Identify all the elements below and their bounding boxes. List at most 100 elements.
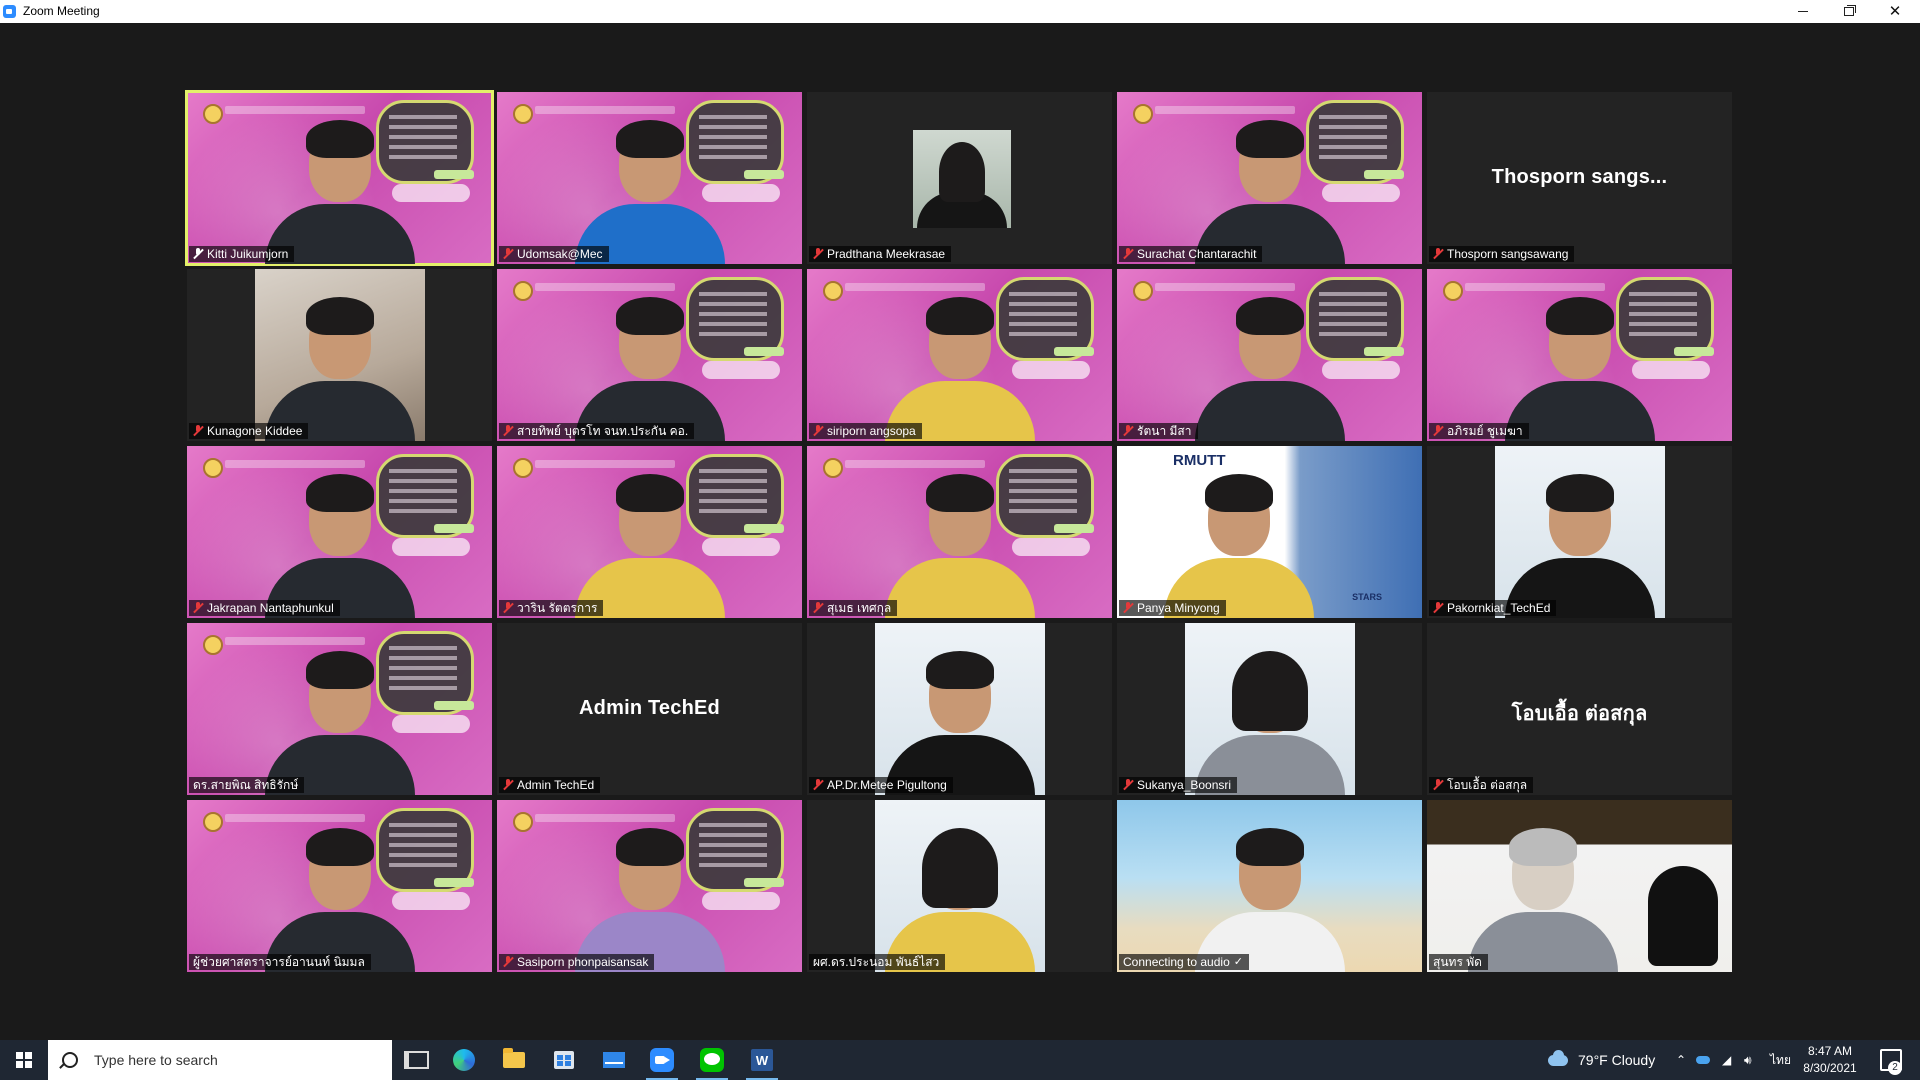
participant-name: วาริน รัตตรการ: [517, 601, 598, 615]
close-button[interactable]: ✕: [1872, 0, 1918, 23]
participant-name: Admin TechEd: [517, 778, 595, 792]
banner-header: [1465, 283, 1605, 291]
participant-tile[interactable]: Connecting to audio ✓: [1117, 800, 1422, 972]
participant-tile[interactable]: Udomsak@Mec: [497, 92, 802, 264]
minimize-icon: [1798, 11, 1808, 12]
participant-name-label: รัตนา มีสา: [1119, 423, 1198, 439]
participant-video: [1194, 114, 1345, 264]
online-tag: [434, 170, 474, 179]
muted-mic-icon: [1433, 248, 1443, 260]
word-taskbar-button[interactable]: W: [738, 1040, 786, 1080]
participant-tile[interactable]: ผู้ช่วยศาสตราจารย์อานนท์ นิมมล: [187, 800, 492, 972]
online-tag: [744, 878, 784, 887]
participant-name: AP.Dr.Metee Pigultong: [827, 778, 947, 792]
participant-photo: [1495, 446, 1665, 618]
close-icon: ✕: [1888, 3, 1902, 20]
tray-overflow[interactable]: ⌃: [1676, 1040, 1686, 1080]
edge-button[interactable]: [440, 1040, 488, 1080]
muted-mic-icon: [1123, 602, 1133, 614]
participant-name-label: Pradthana Meekrasae: [809, 246, 952, 262]
participant-name-label: Pakornkiat_TechEd: [1429, 600, 1557, 616]
banner-header: [225, 106, 365, 114]
task-view-button[interactable]: [392, 1040, 440, 1080]
weather-widget[interactable]: 79°F Cloudy: [1548, 1040, 1655, 1080]
participant-name: ผศ.ดร.ประนอม พันธ์ไสว: [813, 955, 940, 969]
participant-tile[interactable]: วาริน รัตตรการ: [497, 446, 802, 618]
network-tray[interactable]: ◢: [1722, 1040, 1731, 1080]
university-logo-icon: [513, 104, 533, 124]
taskbar-clock[interactable]: 8:47 AM 8/30/2021: [1795, 1043, 1865, 1077]
participant-tile[interactable]: siriporn angsopa: [807, 269, 1112, 441]
participant-tile[interactable]: RMUTT STARS Panya Minyong: [1117, 446, 1422, 618]
zoom-taskbar-button[interactable]: [638, 1040, 686, 1080]
participant-tile[interactable]: Surachat Chantarachit: [1117, 92, 1422, 264]
participant-tile[interactable]: Pradthana Meekrasae: [807, 92, 1112, 264]
start-button[interactable]: [0, 1040, 48, 1080]
participant-tile[interactable]: Admin TechEd Admin TechEd: [497, 623, 802, 795]
banner-header: [535, 814, 675, 822]
volume-tray[interactable]: 🔊︎: [1744, 1040, 1752, 1080]
muted-mic-icon: [503, 956, 513, 968]
participant-tile[interactable]: โอบเอื้อ ต่อสกุล โอบเอื้อ ต่อสกุล: [1427, 623, 1732, 795]
university-logo-icon: [203, 458, 223, 478]
participant-tile[interactable]: ผศ.ดร.ประนอม พันธ์ไสว: [807, 800, 1112, 972]
participant-tile[interactable]: AP.Dr.Metee Pigultong: [807, 623, 1112, 795]
notification-count-badge: 2: [1888, 1061, 1902, 1075]
muted-mic-icon: [1123, 425, 1133, 437]
participant-tile[interactable]: ดร.สายพิณ สิทธิรักษ์: [187, 623, 492, 795]
participant-video: [264, 468, 415, 618]
restore-button[interactable]: [1826, 0, 1872, 23]
online-tag: [744, 524, 784, 533]
participant-display-name: Admin TechEd: [579, 697, 720, 719]
file-explorer-button[interactable]: [490, 1040, 538, 1080]
edge-icon: [453, 1049, 475, 1071]
onedrive-tray[interactable]: [1696, 1040, 1710, 1080]
taskbar-search-box[interactable]: Type here to search: [48, 1040, 392, 1080]
cloud-icon: [1548, 1049, 1568, 1066]
participant-tile[interactable]: Jakrapan Nantaphunkul: [187, 446, 492, 618]
minimize-button[interactable]: [1780, 0, 1826, 23]
windows-taskbar: Type here to search W 79°F Cloudy ⌃ ◢ 🔊︎…: [0, 1040, 1920, 1080]
muted-mic-icon: [503, 425, 513, 437]
muted-mic-icon: [1433, 779, 1443, 791]
banner-header: [845, 283, 985, 291]
participant-name: อภิรมย์ ชูเมฆา: [1447, 424, 1523, 438]
language-indicator[interactable]: ไทย: [1770, 1040, 1791, 1080]
participant-tile[interactable]: อภิรมย์ ชูเมฆา: [1427, 269, 1732, 441]
participant-video: [1194, 822, 1345, 972]
mail-button[interactable]: [590, 1040, 638, 1080]
participant-name-label: Thosporn sangsawang: [1429, 246, 1575, 262]
participant-name: Connecting to audio: [1123, 955, 1230, 969]
university-logo-icon: [1443, 281, 1463, 301]
participant-name-label: Surachat Chantarachit: [1119, 246, 1263, 262]
online-tag: [744, 170, 784, 179]
participant-tile[interactable]: สุนทร พัด: [1427, 800, 1732, 972]
participant-tile[interactable]: Thosporn sangs... Thosporn sangsawang: [1427, 92, 1732, 264]
participant-name: โอบเอื้อ ต่อสกุล: [1447, 778, 1528, 792]
line-taskbar-button[interactable]: [688, 1040, 736, 1080]
participant-tile[interactable]: Sukanya_Boonsri: [1117, 623, 1422, 795]
participant-tile[interactable]: สายทิพย์ บุตรโท จนท.ประกัน คอ.: [497, 269, 802, 441]
participant-name-label: Connecting to audio ✓: [1119, 954, 1249, 970]
university-logo-icon: [513, 458, 533, 478]
participant-video: [1194, 291, 1345, 441]
participant-tile[interactable]: Pakornkiat_TechEd: [1427, 446, 1732, 618]
store-button[interactable]: [540, 1040, 588, 1080]
participant-tile[interactable]: Kitti Juikumjorn: [185, 90, 494, 266]
participant-tile[interactable]: สุเมธ เทศกุล: [807, 446, 1112, 618]
participant-name: สุนทร พัด: [1433, 955, 1482, 969]
banner-header: [225, 814, 365, 822]
participant-video: [574, 822, 725, 972]
university-logo-icon: [1133, 104, 1153, 124]
banner-header: [225, 637, 365, 645]
participant-video: [1504, 291, 1655, 441]
online-tag: [1054, 347, 1094, 356]
participant-name: Pakornkiat_TechEd: [1447, 601, 1551, 615]
participant-tile[interactable]: Sasiporn phonpaisansak: [497, 800, 802, 972]
participant-video: [264, 822, 415, 972]
muted-mic-icon: [503, 602, 513, 614]
participant-tile[interactable]: Kunagone Kiddee: [187, 269, 492, 441]
participant-tile[interactable]: รัตนา มีสา: [1117, 269, 1422, 441]
window-title: Zoom Meeting: [23, 4, 100, 18]
participant-video: [1467, 822, 1618, 972]
